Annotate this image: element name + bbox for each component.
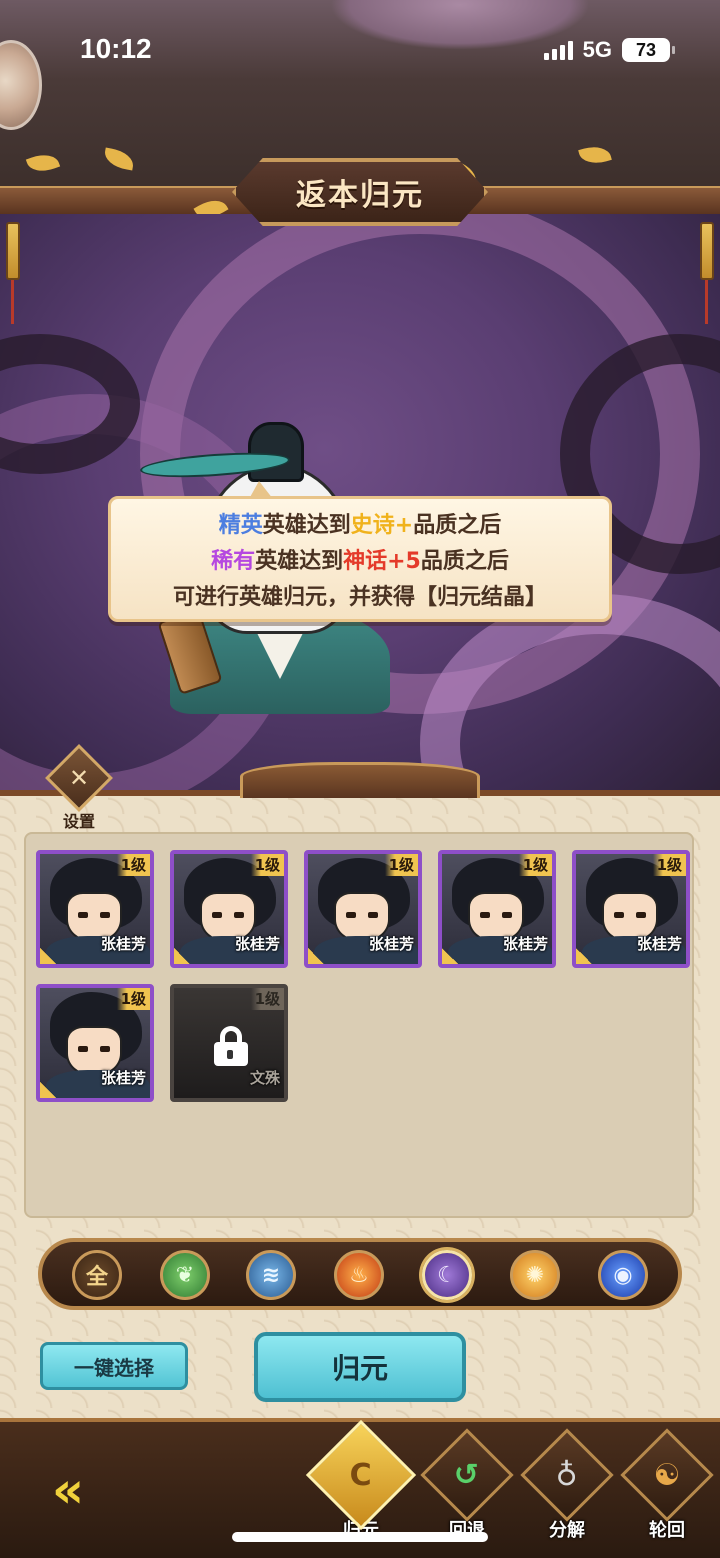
title-plate: 返本归元 bbox=[232, 158, 488, 226]
info-dialog: 精英英雄达到史诗+品质之后 稀有英雄达到神话+5品质之后 可进行英雄归元，并获得… bbox=[108, 481, 612, 622]
lantern-icon bbox=[6, 222, 20, 280]
hero-name: 张桂芳 bbox=[502, 935, 548, 953]
leaf-icon: ❦ bbox=[175, 1262, 195, 1288]
hero-card-locked[interactable]: 1级 文殊 bbox=[170, 984, 288, 1102]
rarity-elite: 精英 bbox=[218, 513, 263, 538]
signal-icon bbox=[543, 40, 573, 60]
rarity-corner bbox=[40, 1082, 56, 1098]
hero-level: 1级 bbox=[652, 854, 686, 876]
hero-name: 张桂芳 bbox=[636, 935, 682, 953]
hero-grid: 1级 张桂芳 1级 张桂芳 1级 张桂芳 1级 张桂芳 1级 张桂芳 1级 张桂… bbox=[24, 832, 694, 1218]
status-indicators: 5G 73 bbox=[543, 37, 675, 63]
rarity-corner bbox=[308, 948, 324, 964]
hero-card[interactable]: 1级 张桂芳 bbox=[304, 850, 422, 968]
all-icon: 全 bbox=[85, 1265, 108, 1290]
hero-name: 张桂芳 bbox=[100, 935, 146, 953]
hero-level: 1级 bbox=[384, 854, 418, 876]
settings-button[interactable]: ✕ 设置 bbox=[44, 744, 114, 834]
lock-icon bbox=[212, 1026, 250, 1066]
dialog-line-1: 精英英雄达到史诗+品质之后 bbox=[219, 507, 501, 539]
hero-level: 1级 bbox=[116, 988, 150, 1010]
dialog-text: 英雄达到 bbox=[255, 549, 344, 574]
water-wave-icon: ≋ bbox=[261, 1262, 281, 1288]
rebirth-button[interactable]: 归元 bbox=[254, 1332, 466, 1402]
home-indicator[interactable] bbox=[232, 1532, 488, 1542]
hero-name: 张桂芳 bbox=[368, 935, 414, 953]
battery-icon: 73 bbox=[622, 38, 675, 62]
reincarnation-swirl-icon: ☯ bbox=[620, 1428, 714, 1522]
quality-myth: 神话+5 bbox=[343, 549, 421, 574]
hero-card[interactable]: 1级 张桂芳 bbox=[438, 850, 556, 968]
lantern-tassel bbox=[11, 280, 14, 324]
filter-water[interactable]: ≋ bbox=[246, 1250, 296, 1300]
wrench-hammer-icon: ✕ bbox=[45, 744, 113, 812]
rarity-rare: 稀有 bbox=[211, 549, 256, 574]
page-title: 返本归元 bbox=[296, 178, 424, 213]
dialog-text: 英雄达到 bbox=[262, 513, 351, 538]
cauldron-icon: ♁ bbox=[520, 1428, 614, 1522]
flame-icon: ♨ bbox=[349, 1262, 369, 1288]
nav-decompose[interactable]: ♁ 分解 bbox=[520, 1428, 614, 1558]
back-arrow-icon[interactable]: « bbox=[40, 1462, 96, 1518]
status-time: 10:12 bbox=[80, 33, 152, 64]
hero-level: 1级 bbox=[518, 854, 552, 876]
rarity-corner bbox=[40, 948, 56, 964]
dialog-line-3: 可进行英雄归元，并获得【归元结晶】 bbox=[172, 585, 547, 610]
lantern-icon bbox=[700, 222, 714, 280]
rarity-corner bbox=[174, 948, 190, 964]
hero-card[interactable]: 1级 张桂芳 bbox=[36, 984, 154, 1102]
hero-name: 张桂芳 bbox=[234, 935, 280, 953]
panel-ornament bbox=[240, 762, 480, 798]
select-all-button[interactable]: 一键选择 bbox=[40, 1342, 188, 1390]
vortex-icon: ◉ bbox=[613, 1262, 633, 1288]
status-bar: 10:12 5G 73 bbox=[0, 25, 720, 75]
filter-fire[interactable]: ♨ bbox=[334, 1250, 384, 1300]
hero-card[interactable]: 1级 张桂芳 bbox=[572, 850, 690, 968]
hero-name: 文殊 bbox=[249, 1069, 280, 1087]
element-filter-bar: 全 ❦ ≋ ♨ ☾ ✺ ◉ bbox=[38, 1238, 682, 1310]
nav-reincarnation[interactable]: ☯ 轮回 bbox=[620, 1428, 714, 1558]
hero-level: 1级 bbox=[116, 854, 150, 876]
sun-icon: ✺ bbox=[525, 1262, 545, 1288]
crescent-moon-icon: ☾ bbox=[437, 1262, 457, 1288]
filter-light[interactable]: ✺ bbox=[510, 1250, 560, 1300]
lantern-tassel bbox=[705, 280, 708, 324]
hero-card[interactable]: 1级 张桂芳 bbox=[36, 850, 154, 968]
hero-name: 张桂芳 bbox=[100, 1069, 146, 1087]
filter-all[interactable]: 全 bbox=[72, 1250, 122, 1300]
dialog-line-2: 稀有英雄达到神话+5品质之后 bbox=[211, 543, 509, 575]
filter-wood[interactable]: ❦ bbox=[160, 1250, 210, 1300]
hero-card[interactable]: 1级 张桂芳 bbox=[170, 850, 288, 968]
quality-epic: 史诗+ bbox=[350, 513, 414, 538]
rewind-icon: ↺ bbox=[420, 1428, 514, 1522]
hero-level: 1级 bbox=[250, 854, 284, 876]
hero-level: 1级 bbox=[250, 988, 284, 1010]
dialog-text: 品质之后 bbox=[420, 549, 509, 574]
filter-dark[interactable]: ☾ bbox=[422, 1250, 472, 1300]
rarity-corner bbox=[442, 948, 458, 964]
filter-storm[interactable]: ◉ bbox=[598, 1250, 648, 1300]
network-type: 5G bbox=[582, 37, 612, 62]
rarity-corner bbox=[576, 948, 592, 964]
rebirth-orb-icon: C bbox=[305, 1419, 417, 1531]
dialog-text: 品质之后 bbox=[413, 513, 502, 538]
